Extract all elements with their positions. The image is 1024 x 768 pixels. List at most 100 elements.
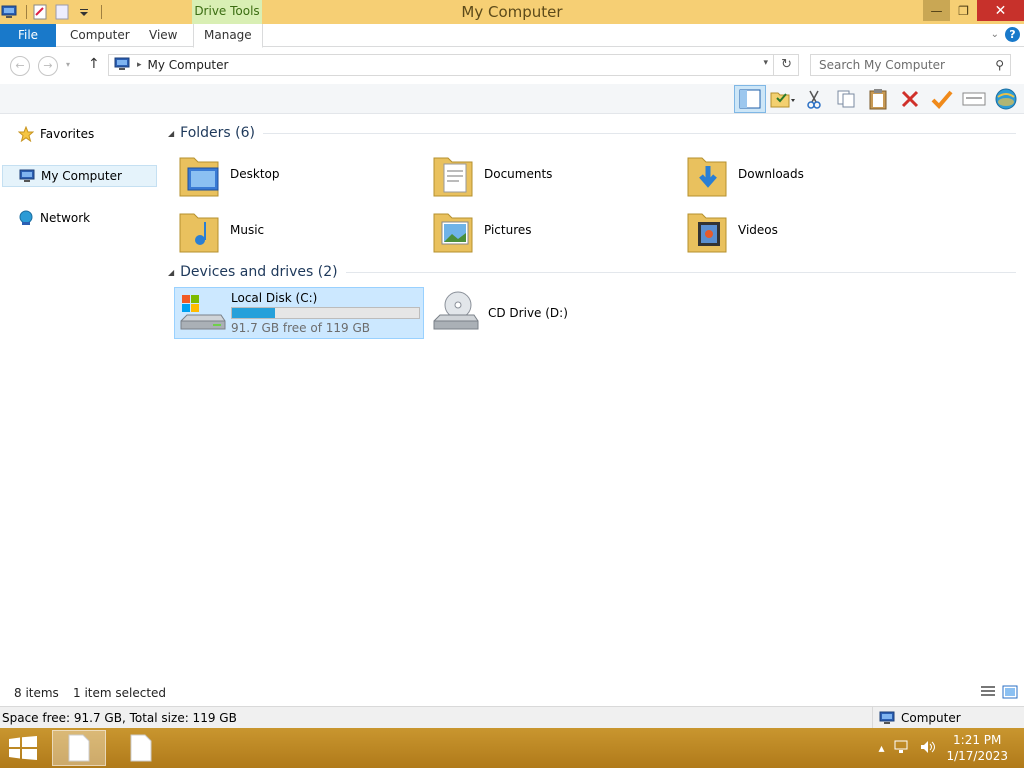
nav-item-network[interactable]: Network (2, 207, 157, 229)
cut-icon[interactable] (798, 85, 830, 113)
drive-usage-bar (231, 307, 420, 319)
folders-group-header[interactable]: ◢ Folders (6) (168, 123, 1016, 143)
collapse-icon[interactable]: ◢ (168, 129, 174, 138)
start-button[interactable] (8, 736, 38, 763)
rename-icon[interactable] (958, 85, 990, 113)
windows-logo-icon (9, 736, 37, 760)
drive-item-local-disk-c[interactable]: Local Disk (C:) 91.7 GB free of 119 GB (174, 287, 424, 339)
hard-drive-icon (180, 295, 226, 330)
paste-icon[interactable] (862, 85, 894, 113)
folder-label: Music (230, 223, 265, 237)
videos-folder-icon (687, 213, 727, 253)
close-button[interactable]: ✕ (977, 0, 1024, 21)
collapse-icon[interactable]: ◢ (168, 268, 174, 277)
recent-locations-icon[interactable]: ▾ (66, 60, 70, 69)
star-icon (18, 126, 34, 142)
document-icon (130, 734, 152, 762)
tab-manage[interactable]: Manage (193, 24, 263, 48)
drives-header-label: Devices and drives (2) (180, 264, 338, 280)
address-dropdown-icon[interactable]: ▾ (763, 58, 768, 68)
system-tray: ▴ 1:21 PM 1/17/2023 (878, 728, 1024, 768)
network-globe-icon[interactable] (990, 85, 1022, 113)
search-icon[interactable]: ⚲ (995, 55, 1004, 75)
checkmark-icon[interactable] (926, 85, 958, 113)
item-count: 8 items (14, 686, 59, 700)
documents-folder-icon (433, 157, 473, 197)
nav-item-label: Favorites (40, 127, 95, 141)
status-bar: 8 items 1 item selected (0, 680, 1024, 706)
forward-button[interactable]: → (38, 56, 58, 76)
navigation-pane: Favorites My Computer Network (0, 114, 160, 680)
desktop-folder-icon (179, 157, 219, 197)
network-icon (18, 210, 34, 226)
address-bar[interactable]: ▸ My Computer ▾ ↻ (108, 54, 799, 76)
preview-pane-icon[interactable] (734, 85, 766, 113)
taskbar-app-explorer[interactable] (52, 730, 106, 766)
maximize-button[interactable]: ❐ (950, 0, 977, 21)
ribbon-right-controls: ⌄ ? (991, 27, 1020, 42)
volume-icon[interactable] (920, 740, 936, 757)
view-switcher (980, 685, 1018, 702)
customize-qat-dropdown-icon[interactable] (75, 3, 93, 21)
drive-item-cd-d[interactable]: CD Drive (D:) (430, 287, 670, 339)
window-title: My Computer (461, 3, 563, 21)
expand-ribbon-icon[interactable]: ⌄ (991, 29, 999, 40)
details-status-bar: Space free: 91.7 GB, Total size: 119 GB … (0, 706, 1024, 728)
refresh-icon[interactable]: ↻ (781, 57, 792, 72)
folder-item-desktop[interactable]: Desktop (178, 148, 418, 200)
folder-item-music[interactable]: Music (178, 204, 418, 256)
network-status-icon[interactable] (894, 740, 910, 757)
music-folder-icon (179, 213, 219, 253)
drive-label: CD Drive (D:) (488, 306, 568, 320)
up-button[interactable]: ↑ (88, 56, 100, 72)
space-info: Space free: 91.7 GB, Total size: 119 GB (2, 711, 237, 725)
drive-usage-fill (232, 308, 275, 318)
nav-item-my-computer[interactable]: My Computer (2, 165, 157, 187)
computer-icon[interactable] (0, 3, 18, 21)
command-toolbar (0, 84, 1024, 114)
folder-label: Documents (484, 167, 553, 181)
drives-group-header[interactable]: ◢ Devices and drives (2) (168, 262, 1016, 282)
search-input[interactable]: Search My Computer ⚲ (810, 54, 1011, 76)
minimize-button[interactable]: — (923, 0, 950, 21)
large-icons-view-icon[interactable] (1002, 685, 1018, 702)
select-folder-icon[interactable] (766, 85, 798, 113)
separator (26, 5, 27, 19)
clock-date: 1/17/2023 (946, 749, 1008, 763)
properties-icon[interactable] (31, 3, 49, 21)
context-tab-group-label: Drive Tools (192, 0, 262, 24)
delete-icon[interactable] (894, 85, 926, 113)
folder-item-pictures[interactable]: Pictures (432, 204, 672, 256)
help-icon[interactable]: ? (1005, 27, 1020, 42)
show-hidden-icons-icon[interactable]: ▴ (878, 741, 884, 755)
breadcrumb-chevron-icon[interactable]: ▸ (137, 60, 142, 70)
tab-computer[interactable]: Computer (60, 24, 140, 47)
copy-icon[interactable] (830, 85, 862, 113)
new-folder-icon[interactable] (53, 3, 71, 21)
pictures-folder-icon (433, 213, 473, 253)
quick-access-toolbar (0, 2, 106, 22)
nav-item-favorites[interactable]: Favorites (2, 123, 157, 145)
downloads-folder-icon (687, 157, 727, 197)
details-view-icon[interactable] (980, 685, 996, 702)
drive-free-space: 91.7 GB free of 119 GB (231, 321, 370, 335)
breadcrumb-path[interactable]: My Computer (148, 58, 229, 72)
ribbon-tabs: File Computer View Manage ⌄ ? (0, 24, 1024, 48)
folder-label: Videos (738, 223, 778, 237)
folder-item-videos[interactable]: Videos (686, 204, 926, 256)
folder-item-documents[interactable]: Documents (432, 148, 672, 200)
divider (263, 132, 1016, 134)
back-button[interactable]: ← (10, 56, 30, 76)
folder-item-downloads[interactable]: Downloads (686, 148, 926, 200)
tab-file[interactable]: File (0, 24, 56, 47)
computer-icon (113, 57, 131, 74)
nav-item-label: Network (40, 211, 91, 225)
taskbar-app-document[interactable] (114, 730, 168, 766)
tab-view[interactable]: View (139, 24, 187, 47)
zone-label: Computer (901, 710, 961, 725)
taskbar: ▴ 1:21 PM 1/17/2023 (0, 728, 1024, 768)
clock[interactable]: 1:21 PM 1/17/2023 (946, 732, 1008, 764)
document-icon (68, 734, 90, 762)
title-bar: Drive Tools My Computer — ❐ ✕ (0, 0, 1024, 24)
folder-label: Desktop (230, 167, 280, 181)
